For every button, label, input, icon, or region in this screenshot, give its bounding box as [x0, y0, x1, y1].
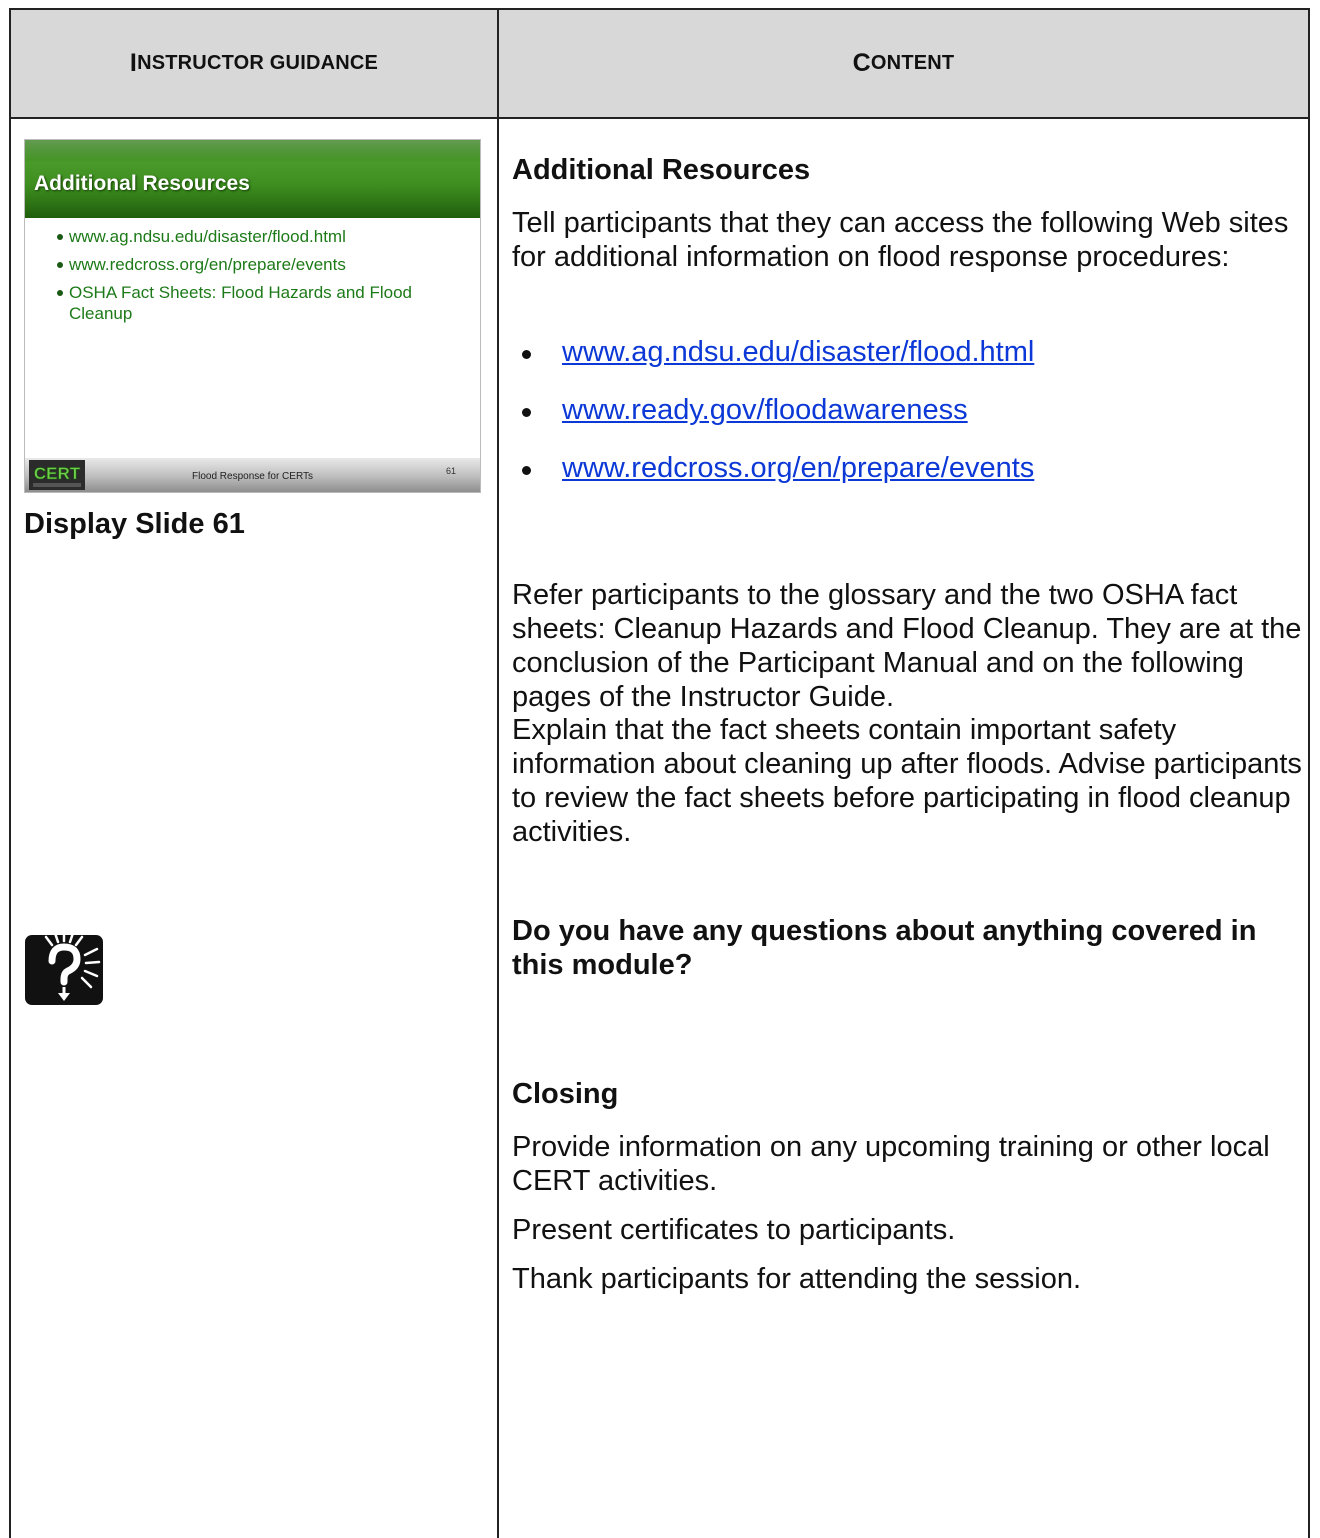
bullet-dot [522, 466, 531, 475]
column-divider [497, 8, 499, 1538]
slide-bullet: www.ag.ndsu.edu/disaster/flood.html [57, 226, 467, 247]
slide-caption: Display Slide 61 [24, 508, 245, 540]
slide-footer-bar: CERT Flood Response for CERTs 61 [25, 458, 480, 492]
bullet-dot [522, 350, 531, 359]
link-ndsu-flood[interactable]: www.ag.ndsu.edu/disaster/flood.html [562, 335, 1034, 369]
resources-heading: Additional Resources [512, 154, 811, 186]
closing-paragraph: Present certificates to participants. [512, 1214, 956, 1246]
question-prompt: Do you have any questions about anything… [512, 915, 1257, 981]
closing-heading: Closing [512, 1078, 619, 1110]
header-content: Content [852, 49, 955, 77]
closing-paragraph: Provide information on any upcoming trai… [512, 1131, 1270, 1197]
slide-bullet-list: www.ag.ndsu.edu/disaster/flood.html www.… [57, 226, 467, 331]
slide-bullet: OSHA Fact Sheets: Flood Hazards and Floo… [57, 282, 467, 324]
bullet-dot [522, 408, 531, 417]
list-item: www.ready.gov/floodawareness [512, 393, 1302, 451]
resources-link-list: www.ag.ndsu.edu/disaster/flood.html www.… [512, 335, 1302, 509]
link-ready-gov[interactable]: www.ready.gov/floodawareness [562, 393, 968, 427]
slide-footer-text: Flood Response for CERTs [192, 471, 313, 482]
link-redcross[interactable]: www.redcross.org/en/prepare/events [562, 451, 1034, 485]
explain-paragraph: Explain that the fact sheets contain imp… [512, 714, 1302, 848]
list-item: www.ag.ndsu.edu/disaster/flood.html [512, 335, 1302, 393]
slide-title: Additional Resources [34, 172, 250, 195]
list-item: www.redcross.org/en/prepare/events [512, 451, 1302, 509]
slide-number: 61 [445, 466, 456, 476]
slide-thumbnail: Additional Resources www.ag.ndsu.edu/dis… [24, 139, 481, 493]
refer-paragraph: Refer participants to the glossary and t… [512, 579, 1302, 713]
slide-bullet: www.redcross.org/en/prepare/events [57, 254, 467, 275]
closing-paragraph: Thank participants for attending the ses… [512, 1263, 1082, 1295]
header-instructor-guidance: Instructor guidance [129, 49, 379, 77]
resources-intro: Tell participants that they can access t… [512, 207, 1289, 273]
question-mark-icon [25, 929, 103, 1005]
